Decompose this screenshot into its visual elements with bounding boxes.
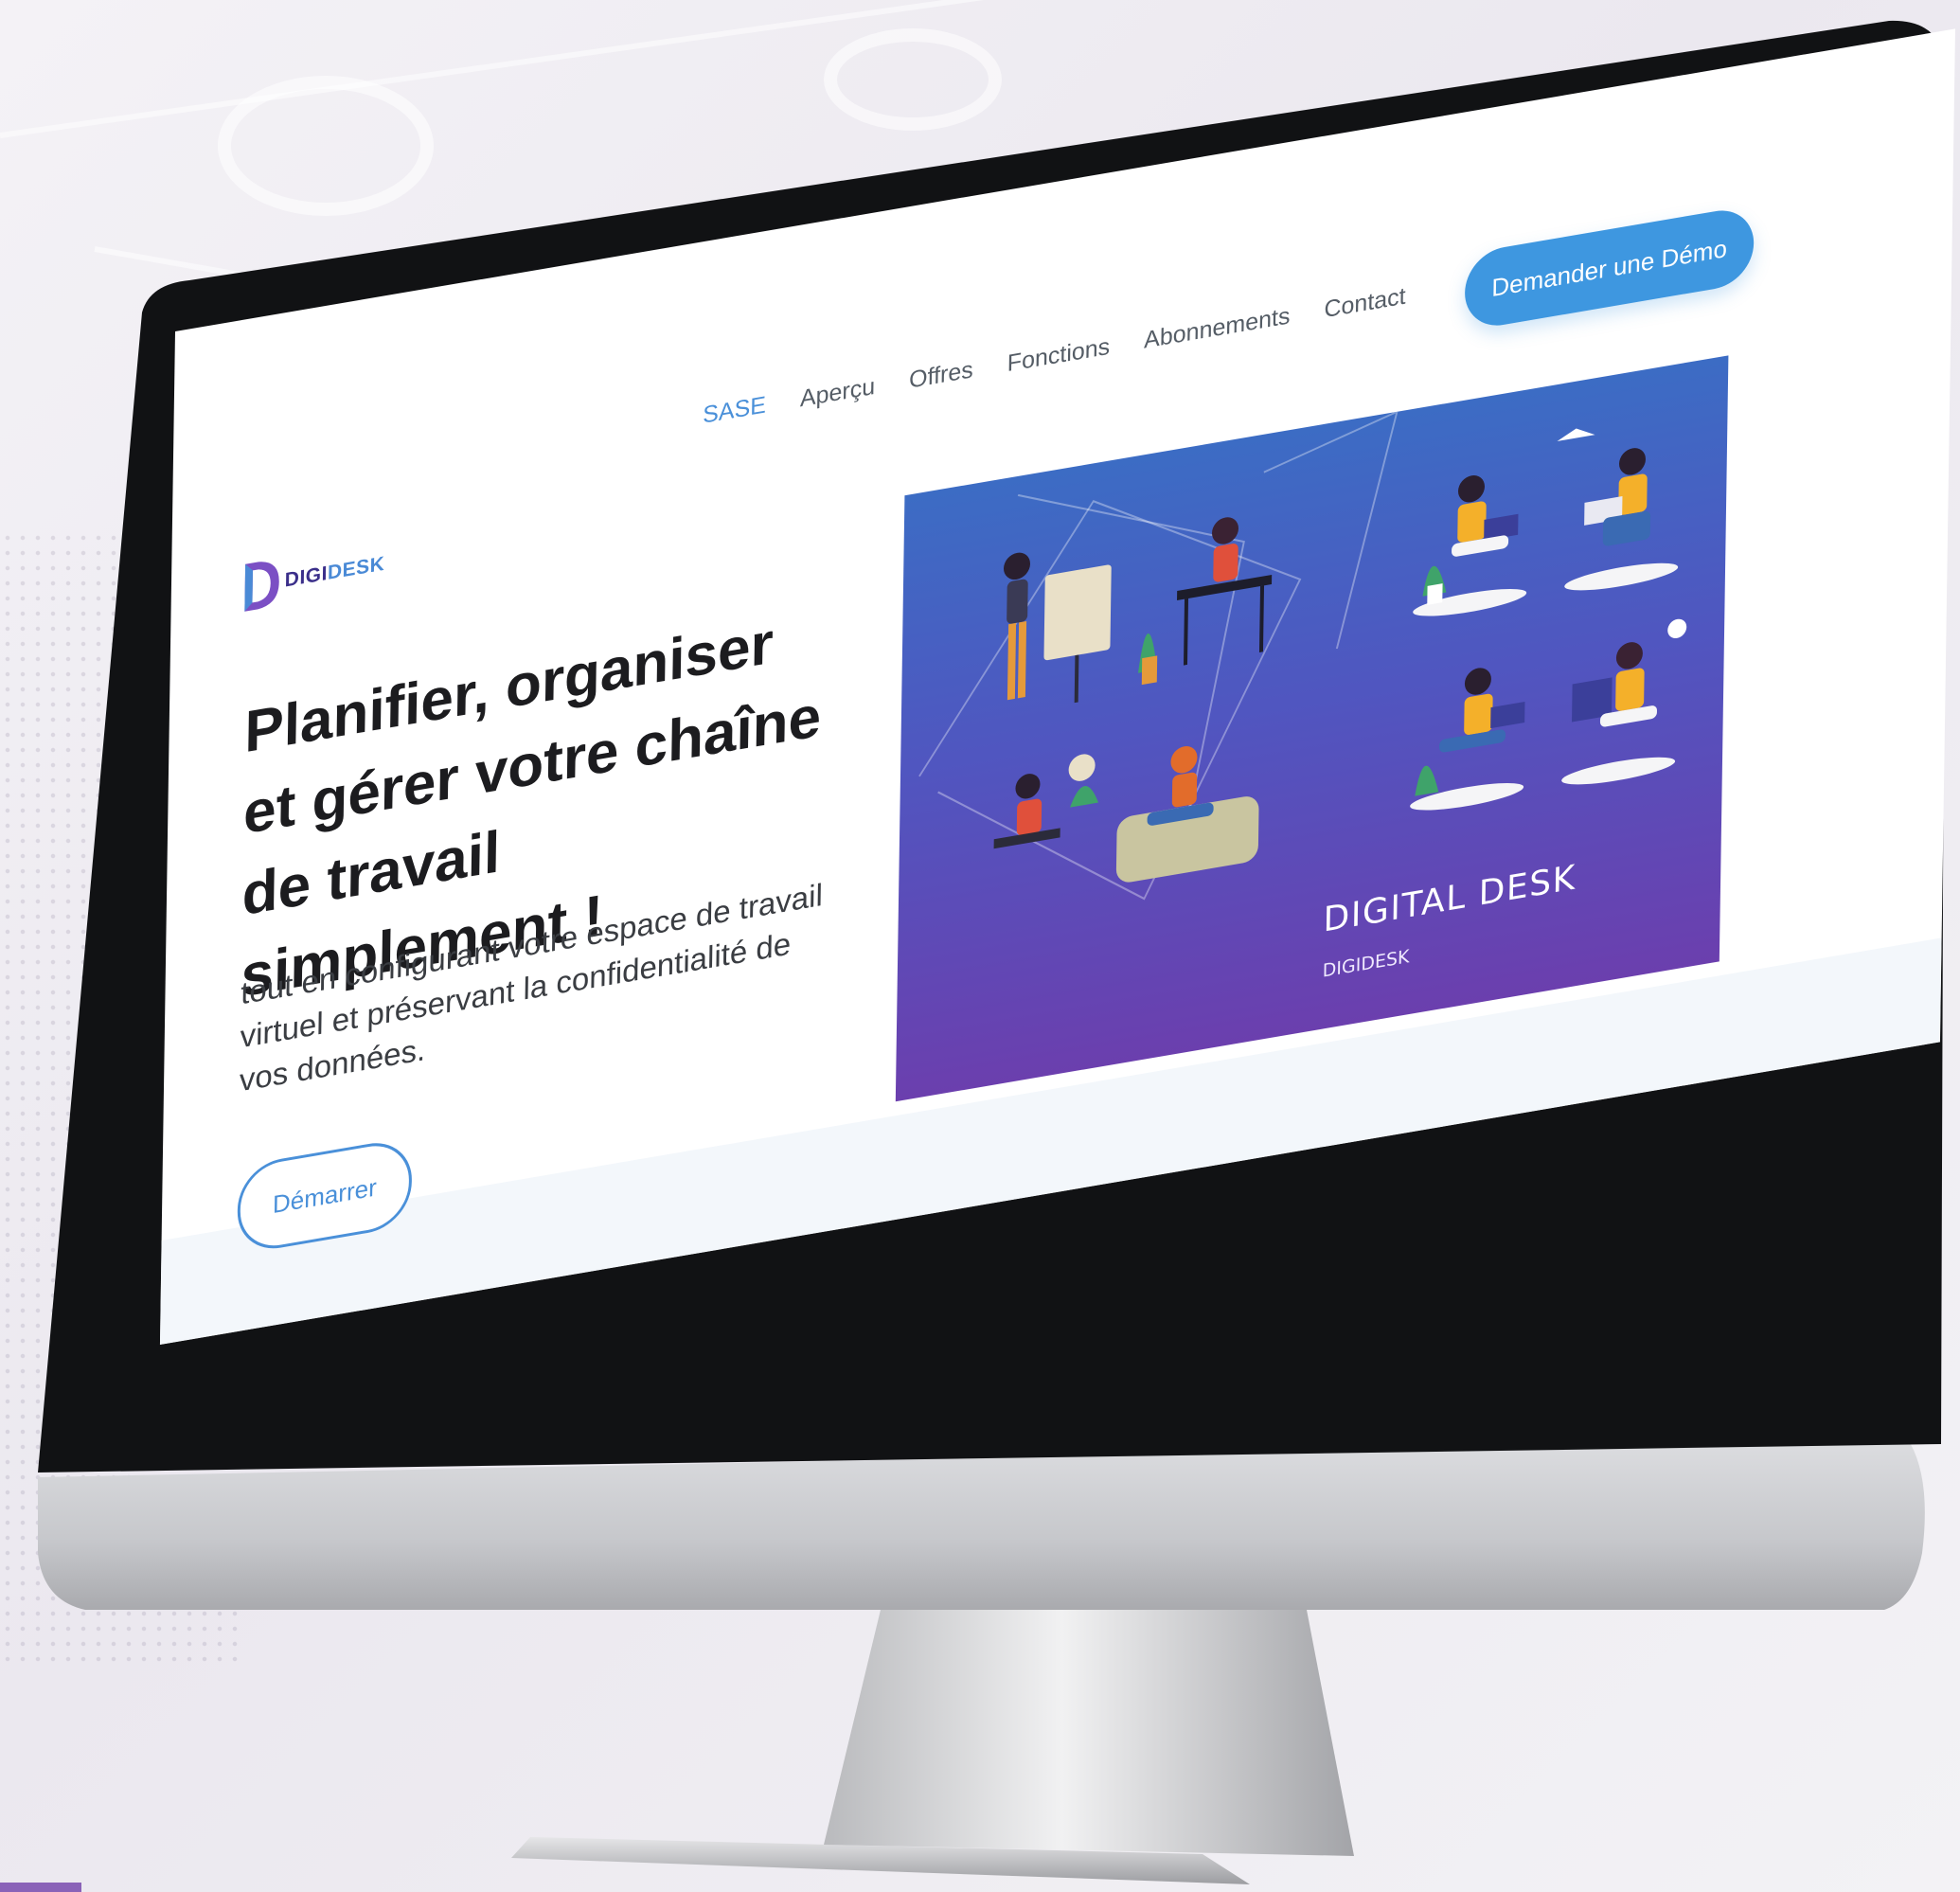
- request-demo-button[interactable]: Demander une Démo: [1464, 205, 1755, 331]
- nav-item-offres[interactable]: Offres: [909, 356, 973, 394]
- nav-item-sase[interactable]: SASE: [703, 391, 766, 429]
- nav-item-apercu[interactable]: Aperçu: [800, 373, 876, 413]
- hero-illustration: DIGITAL DESK DIGIDESK: [895, 355, 1729, 1102]
- nav-item-contact[interactable]: Contact: [1324, 283, 1406, 325]
- brand-name: DIGIDESK: [284, 552, 385, 592]
- nav-item-abonnements[interactable]: Abonnements: [1144, 302, 1291, 354]
- digidesk-logo-icon: [241, 554, 281, 616]
- illustration-graphic: [918, 410, 1687, 901]
- brand-logo[interactable]: DIGIDESK: [241, 537, 384, 616]
- nav-item-fonctions[interactable]: Fonctions: [1007, 333, 1111, 378]
- main-nav: SASE Aperçu Offres Fonctions Abonnements…: [703, 283, 1406, 430]
